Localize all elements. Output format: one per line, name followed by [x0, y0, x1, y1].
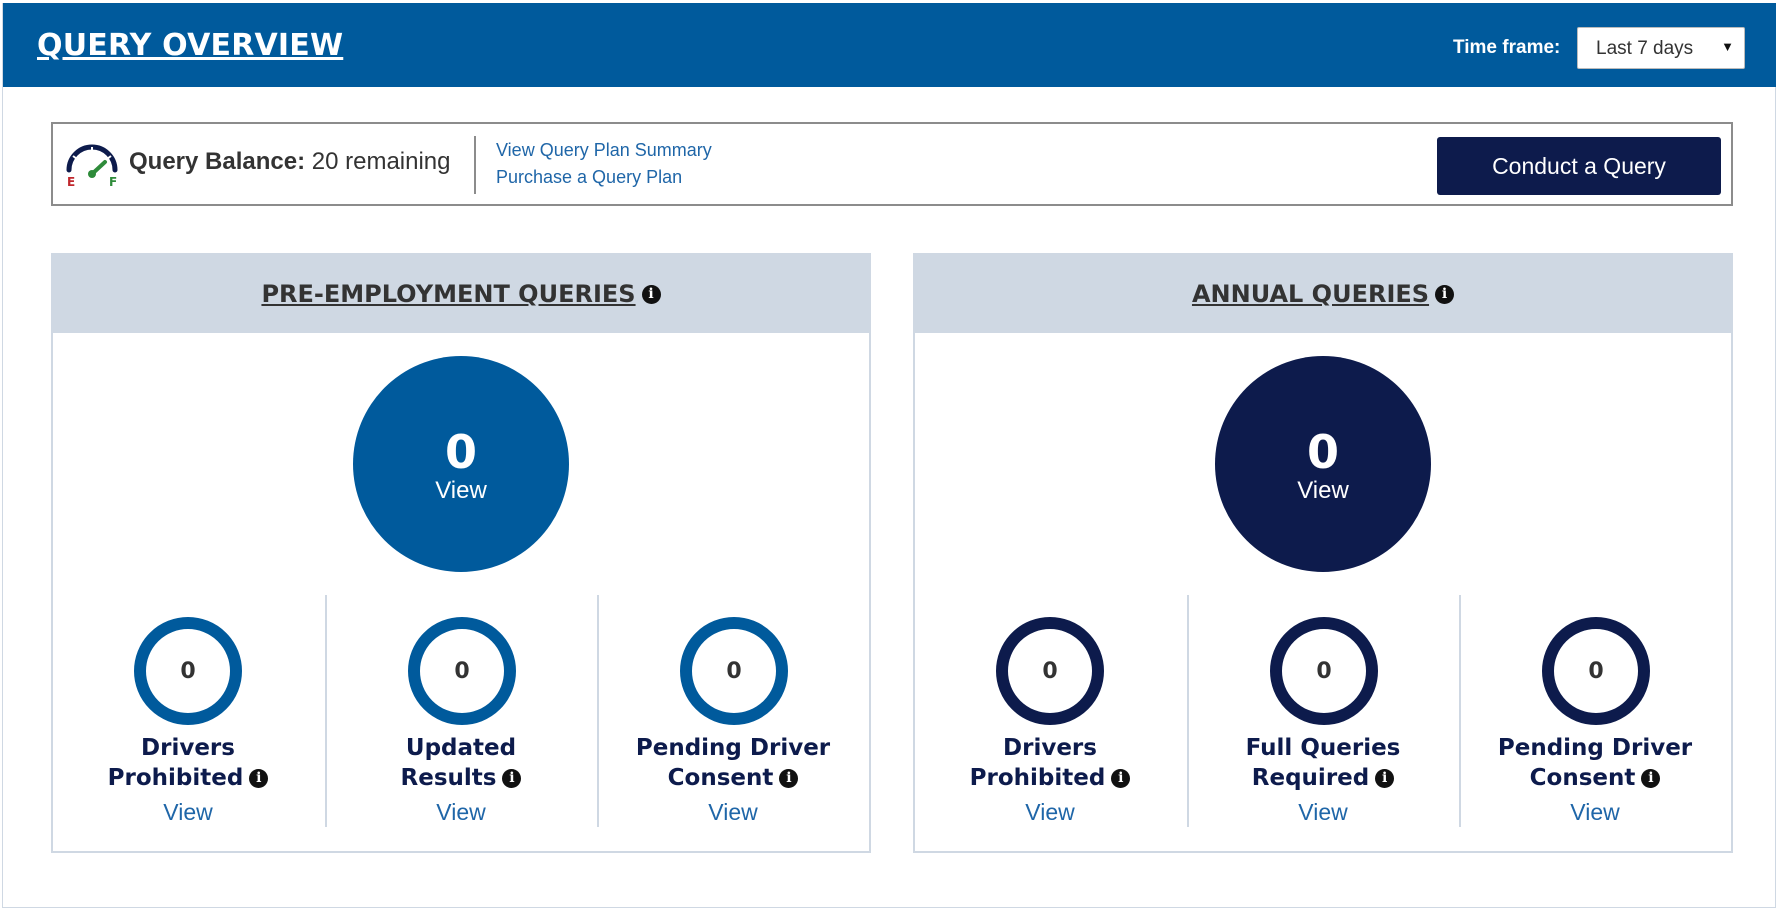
timeframe-label: Time frame: — [1453, 37, 1561, 58]
stat-label-line2: Consent — [667, 765, 774, 791]
page-title[interactable]: QUERY OVERVIEW — [37, 28, 343, 63]
info-icon[interactable]: i — [779, 769, 799, 788]
query-balance-bar: E F Query Balance: 20 remaining View Que… — [51, 122, 1733, 206]
stat-label-line2: Consent — [1529, 765, 1636, 791]
total-queries-circle[interactable]: 0 View — [1215, 356, 1431, 572]
count-ring: 0 — [680, 617, 788, 725]
panel-header: ANNUAL QUERIES i — [915, 255, 1731, 333]
view-link[interactable]: View — [1189, 799, 1457, 826]
timeframe-selected-value: Last 7 days — [1596, 38, 1694, 59]
stat-updated-results: 0 Updated Results i View — [325, 595, 595, 827]
stat-label-line1: Full Queries — [1245, 735, 1401, 761]
stat-label-line1: Drivers — [1003, 735, 1097, 761]
total-view-link[interactable]: View — [1297, 477, 1349, 505]
stat-pending-driver-consent: 0 Pending Driver Consent i View — [597, 595, 867, 827]
stat-label: Drivers Prohibited i — [53, 733, 323, 793]
stat-pending-driver-consent: 0 Pending Driver Consent i View — [1459, 595, 1729, 827]
info-icon[interactable]: i — [1641, 769, 1661, 788]
stat-label-line2: Results — [400, 765, 497, 791]
stat-label: Full Queries Required i — [1189, 733, 1457, 793]
view-link[interactable]: View — [915, 799, 1185, 826]
total-count: 0 — [1306, 425, 1339, 479]
query-balance-label: Query Balance: — [129, 148, 306, 175]
stat-label-line1: Updated — [405, 735, 517, 761]
count-ring: 0 — [134, 617, 242, 725]
view-link[interactable]: View — [53, 799, 323, 826]
view-link[interactable]: View — [1461, 799, 1729, 826]
stat-label: Drivers Prohibited i — [915, 733, 1185, 793]
stat-label-line2: Required — [1251, 765, 1370, 791]
query-balance-value: 20 remaining — [311, 148, 451, 175]
info-icon[interactable]: i — [249, 769, 269, 788]
panel-title[interactable]: PRE-EMPLOYMENT QUERIES — [261, 280, 635, 308]
stat-label: Pending Driver Consent i — [1461, 733, 1729, 793]
stat-label: Pending Driver Consent i — [599, 733, 867, 793]
count-ring: 0 — [408, 617, 516, 725]
view-link[interactable]: View — [599, 799, 867, 826]
stat-label-line2: Prohibited — [969, 765, 1106, 791]
count-ring: 0 — [1542, 617, 1650, 725]
panel-header: PRE-EMPLOYMENT QUERIES i — [53, 255, 869, 333]
timeframe-select[interactable]: Last 7 days ▼ — [1577, 27, 1745, 69]
info-icon[interactable]: i — [1111, 769, 1131, 788]
info-icon[interactable]: i — [502, 769, 522, 788]
info-icon[interactable]: i — [1375, 769, 1395, 788]
caret-down-icon: ▼ — [1721, 39, 1734, 54]
purchase-query-plan-link[interactable]: Purchase a Query Plan — [496, 164, 712, 191]
view-query-plan-summary-link[interactable]: View Query Plan Summary — [496, 137, 712, 164]
info-icon[interactable]: i — [641, 284, 661, 304]
stat-label-line1: Drivers — [141, 735, 235, 761]
plan-links: View Query Plan Summary Purchase a Query… — [496, 137, 712, 191]
total-count: 0 — [444, 425, 477, 479]
fuel-gauge-icon: E F — [66, 144, 118, 188]
stat-label-line1: Pending Driver — [1497, 735, 1693, 761]
info-icon[interactable]: i — [1435, 284, 1455, 304]
pre-employment-queries-panel: PRE-EMPLOYMENT QUERIES i 0 View 0 Driver… — [51, 253, 871, 853]
stat-drivers-prohibited: 0 Drivers Prohibited i View — [53, 595, 323, 827]
divider — [474, 136, 476, 194]
stat-drivers-prohibited: 0 Drivers Prohibited i View — [915, 595, 1185, 827]
gauge-empty-label: E — [67, 175, 75, 188]
panel-title[interactable]: ANNUAL QUERIES — [1192, 280, 1429, 308]
view-link[interactable]: View — [327, 799, 595, 826]
conduct-query-button[interactable]: Conduct a Query — [1437, 137, 1721, 195]
stat-label-line2: Prohibited — [107, 765, 244, 791]
total-view-link[interactable]: View — [435, 477, 487, 505]
annual-queries-panel: ANNUAL QUERIES i 0 View 0 Drivers Prohib… — [913, 253, 1733, 853]
stat-label-line1: Pending Driver — [635, 735, 831, 761]
count-ring: 0 — [1270, 617, 1378, 725]
gauge-full-label: F — [109, 175, 117, 188]
header-bar: QUERY OVERVIEW Time frame: Last 7 days ▼ — [3, 3, 1776, 87]
query-overview-widget: QUERY OVERVIEW Time frame: Last 7 days ▼… — [2, 3, 1776, 908]
count-ring: 0 — [996, 617, 1104, 725]
query-balance-text: Query Balance: 20 remaining — [129, 148, 451, 176]
stat-label: Updated Results i — [327, 733, 595, 793]
stat-full-queries-required: 0 Full Queries Required i View — [1187, 595, 1457, 827]
total-queries-circle[interactable]: 0 View — [353, 356, 569, 572]
